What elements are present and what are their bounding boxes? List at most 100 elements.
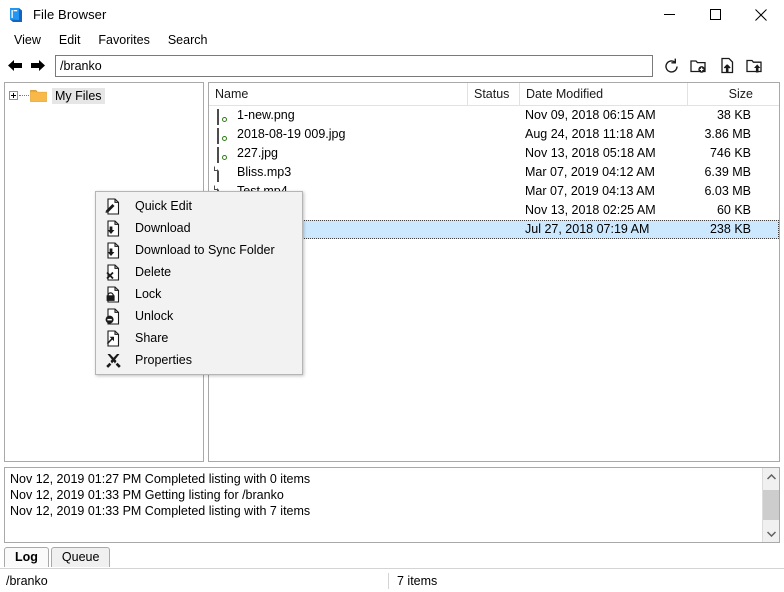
folder-icon [30,89,47,102]
download-icon [103,219,123,237]
context-menu-item-unlock[interactable]: Unlock [96,305,302,327]
status-item-count: 7 items [389,574,437,588]
column-header-name[interactable]: Name [209,83,467,105]
window-title: File Browser [33,7,106,22]
file-date-cell: Jul 27, 2018 07:19 AM [519,220,687,239]
context-menu-item-lock[interactable]: Lock [96,283,302,305]
context-menu-label: Download [135,221,191,235]
address-bar [0,51,784,80]
maximize-button[interactable] [692,0,738,29]
context-menu-item-quick-edit[interactable]: Quick Edit [96,195,302,217]
menu-view[interactable]: View [6,31,49,49]
tab-log[interactable]: Log [4,547,49,567]
log-line: Nov 12, 2019 01:33 PM Getting listing fo… [10,487,774,503]
file-size-cell: 38 KB [687,106,759,125]
table-row[interactable]: Bliss.mp3 Mar 07, 2019 04:12 AM 6.39 MB [209,163,779,182]
file-name-text: Bliss.mp3 [237,163,291,182]
file-date-cell: Nov 13, 2018 05:18 AM [519,144,687,163]
path-input[interactable] [55,55,653,77]
table-row[interactable]: 1-new.png Nov 09, 2018 06:15 AM 38 KB [209,106,779,125]
context-menu-label: Properties [135,353,192,367]
status-bar: /branko 7 items [0,568,784,592]
file-date-cell: Mar 07, 2019 04:12 AM [519,163,687,182]
context-menu: Quick Edit Download [95,191,303,375]
document-file-icon [217,165,231,180]
file-name-cell: 1-new.png [209,106,467,125]
minimize-button[interactable] [646,0,692,29]
menu-favorites[interactable]: Favorites [90,31,157,49]
file-date-cell: Aug 24, 2018 11:18 AM [519,125,687,144]
context-menu-item-download-to-sync-folder[interactable]: Download to Sync Folder [96,239,302,261]
context-menu-label: Share [135,331,168,345]
file-date-cell: Mar 07, 2019 04:13 AM [519,182,687,201]
scroll-up-icon[interactable] [763,468,780,485]
expand-plus-icon[interactable] [9,91,18,100]
quick-edit-icon [103,197,123,215]
context-menu-item-delete[interactable]: Delete [96,261,302,283]
menu-edit[interactable]: Edit [51,31,89,49]
file-name-text: 1-new.png [237,106,295,125]
upload-folder-icon[interactable] [744,55,766,77]
tab-queue[interactable]: Queue [51,547,111,567]
file-size-cell: 6.39 MB [687,163,759,182]
file-status-cell [467,125,519,144]
menu-search[interactable]: Search [160,31,216,49]
table-row[interactable]: 227.jpg Nov 13, 2018 05:18 AM 746 KB [209,144,779,163]
scroll-down-icon[interactable] [763,525,780,542]
upload-file-icon[interactable] [716,55,738,77]
file-size-cell: 3.86 MB [687,125,759,144]
lock-icon [103,285,123,303]
file-status-cell [467,182,519,201]
context-menu-label: Download to Sync Folder [135,243,275,257]
new-folder-icon[interactable] [688,55,710,77]
context-menu-item-download[interactable]: Download [96,217,302,239]
image-file-icon [217,146,231,161]
context-menu-item-properties[interactable]: Properties [96,349,302,371]
share-icon [103,329,123,347]
file-name-cell: 227.jpg [209,144,467,163]
log-line: Nov 12, 2019 01:33 PM Completed listing … [10,503,774,519]
log-lines: Nov 12, 2019 01:27 PM Completed listing … [5,468,779,522]
context-menu-item-share[interactable]: Share [96,327,302,349]
file-name-text: 2018-08-19 009.jpg [237,125,345,144]
menu-bar: View Edit Favorites Search [0,29,784,51]
file-name-cell: Bliss.mp3 [209,163,467,182]
file-status-cell [467,106,519,125]
file-status-cell [467,163,519,182]
forward-arrow-icon[interactable] [26,55,48,77]
window-controls [646,0,784,29]
image-file-icon [217,127,231,142]
refresh-icon[interactable] [660,55,682,77]
file-size-cell: 6.03 MB [687,182,759,201]
log-pane: Nov 12, 2019 01:27 PM Completed listing … [4,467,780,543]
table-row[interactable]: 2018-08-19 009.jpg Aug 24, 2018 11:18 AM… [209,125,779,144]
file-name-cell: 2018-08-19 009.jpg [209,125,467,144]
image-file-icon [217,108,231,123]
column-header-status[interactable]: Status [467,83,519,105]
back-arrow-icon[interactable] [4,55,26,77]
context-menu-label: Quick Edit [135,199,192,213]
log-scrollbar[interactable] [762,468,779,542]
file-size-cell: 60 KB [687,201,759,220]
tree-item-label: My Files [52,88,105,104]
file-size-cell: 746 KB [687,144,759,163]
column-header-size[interactable]: Size [687,83,759,105]
file-status-cell [467,201,519,220]
download-sync-icon [103,241,123,259]
scrollbar-thumb[interactable] [763,490,780,520]
log-line: Nov 12, 2019 01:27 PM Completed listing … [10,471,774,487]
context-menu-label: Lock [135,287,161,301]
bottom-tabs: Log Queue [4,545,780,567]
file-browser-window: File Browser View Edit Favorites Search [0,0,784,591]
file-size-cell: 238 KB [687,220,759,239]
title-bar: File Browser [0,0,784,29]
context-menu-label: Delete [135,265,171,279]
column-header-date-modified[interactable]: Date Modified [519,83,687,105]
file-status-cell [467,144,519,163]
unlock-icon [103,307,123,325]
close-button[interactable] [738,0,784,29]
book-icon [7,6,25,24]
tree-item-my-files[interactable]: My Files [5,86,203,105]
file-list-header: Name Status Date Modified Size [209,83,779,106]
toolbar-buttons [660,55,766,77]
